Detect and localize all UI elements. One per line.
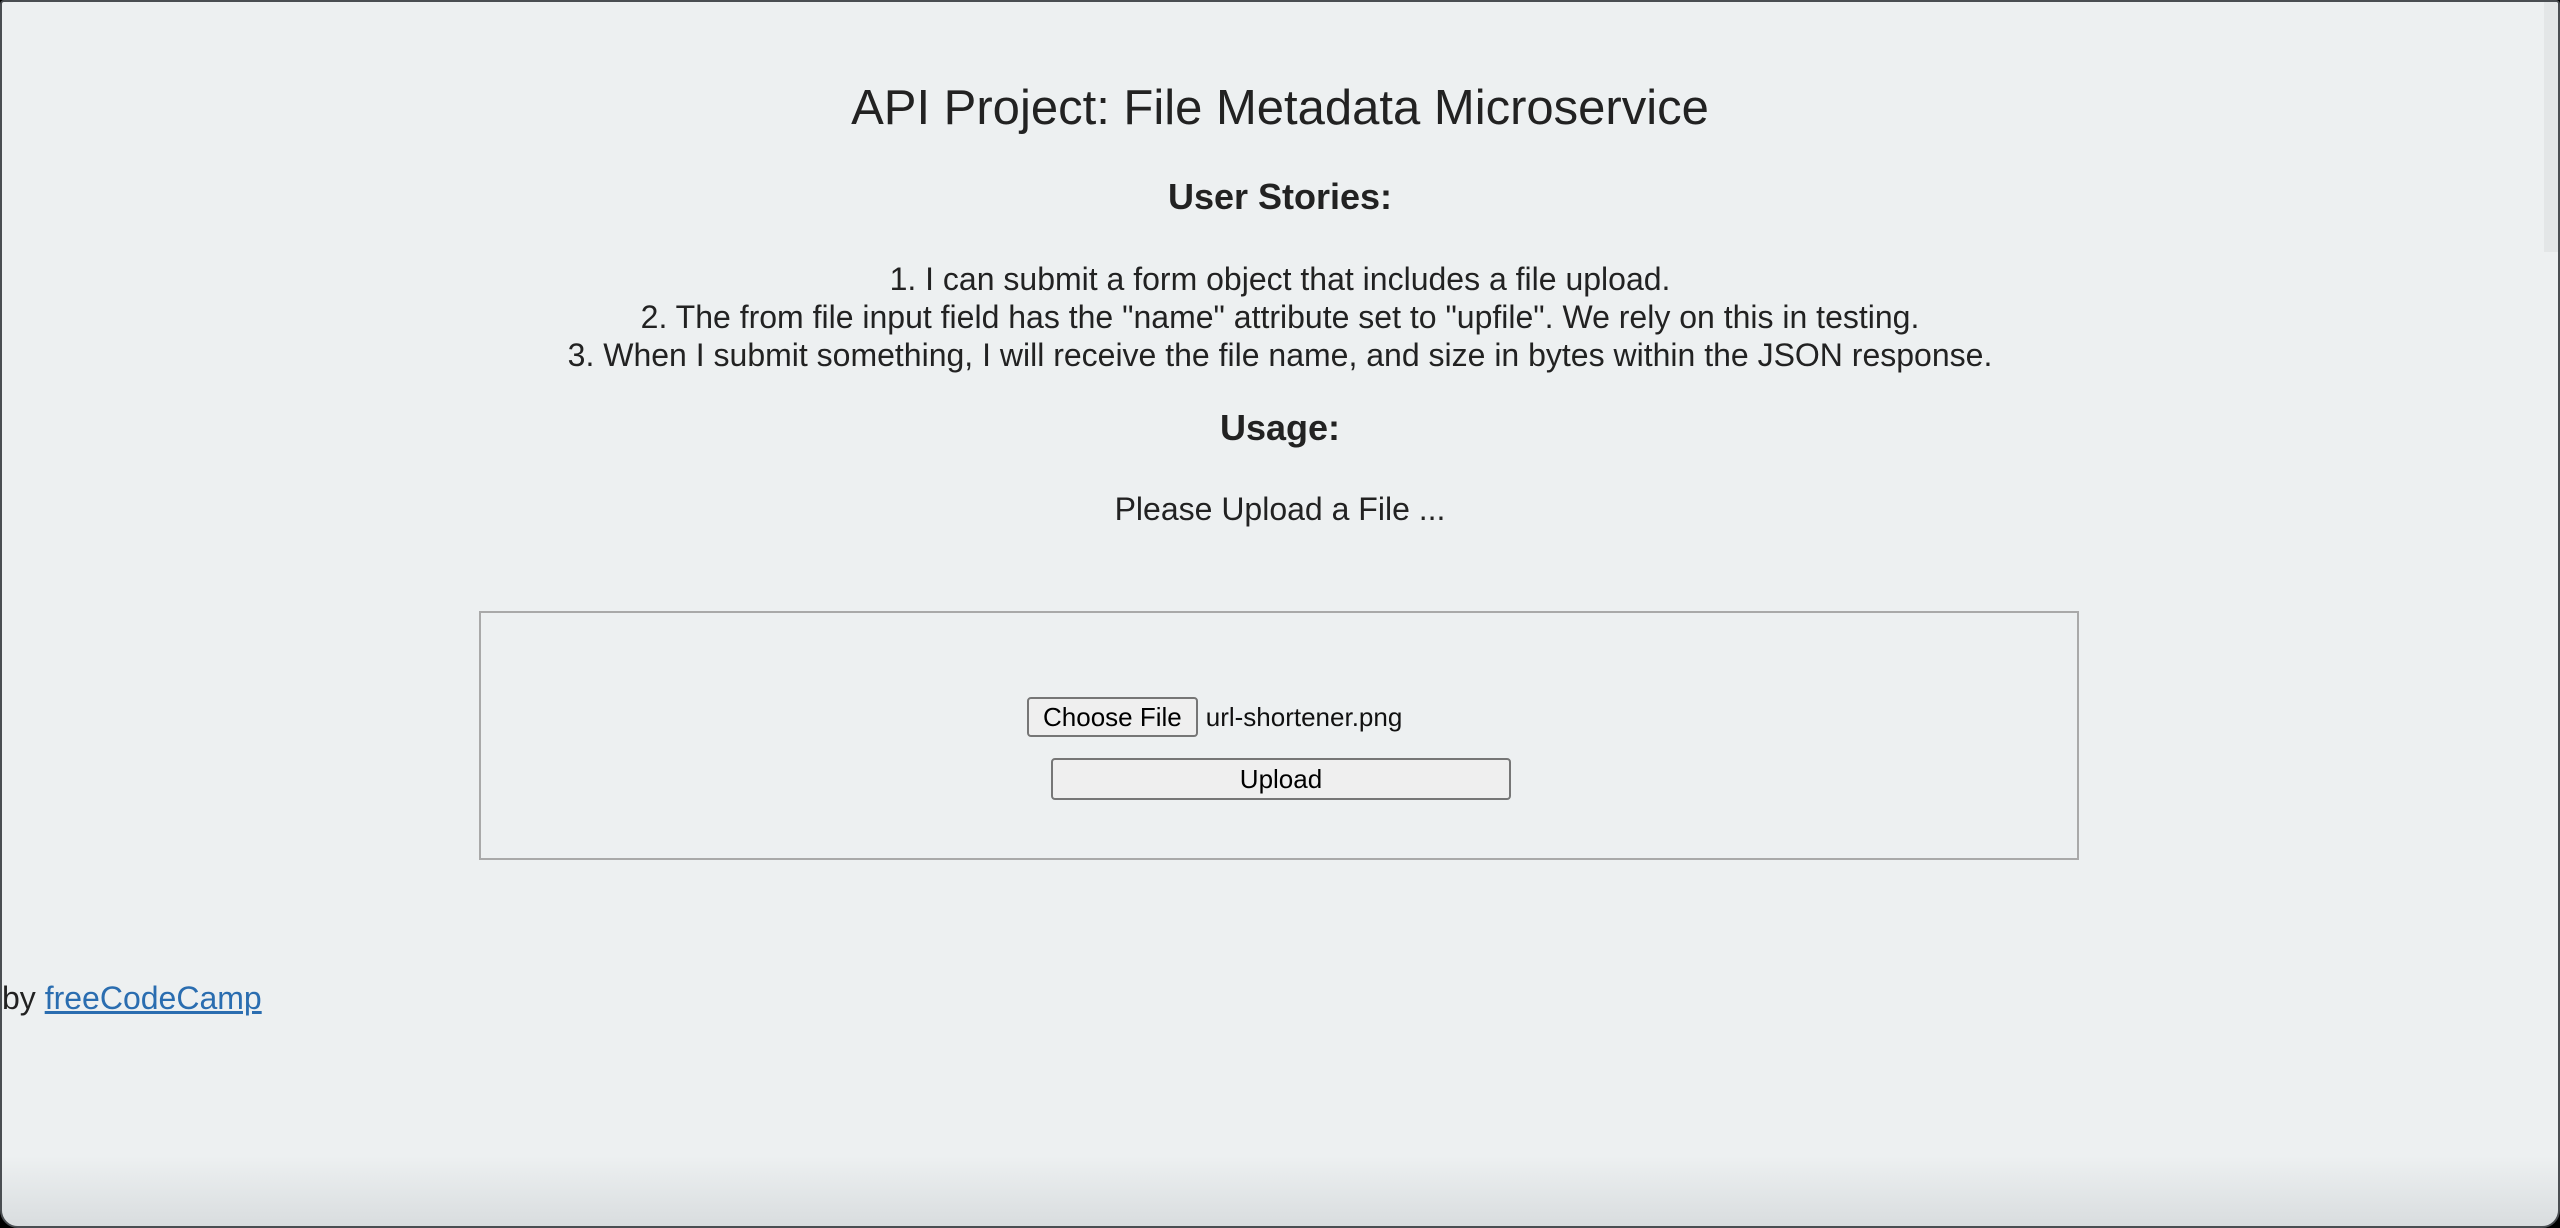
- user-stories-list: 1. I can submit a form object that inclu…: [2, 260, 2558, 374]
- upload-instruction: Please Upload a File ...: [1114, 491, 1446, 527]
- footer-credit: by freeCodeCamp: [2, 980, 2558, 1017]
- user-story-item: 3. When I submit something, I will recei…: [567, 337, 1993, 373]
- upload-button[interactable]: Upload: [1051, 758, 1511, 800]
- page-title: API Project: File Metadata Microservice: [851, 81, 1709, 135]
- upload-form: Choose File url-shortener.png Upload: [479, 611, 2079, 860]
- browser-window: API Project: File Metadata Microservice …: [0, 0, 2560, 1228]
- user-story-item: 2. The from file input field has the "na…: [640, 299, 1920, 335]
- footer-prefix: by: [2, 980, 45, 1016]
- window-bottom-shadow: [2, 1156, 2558, 1226]
- choose-file-button[interactable]: Choose File: [1027, 697, 1198, 737]
- file-input[interactable]: Choose File url-shortener.png: [1027, 697, 1402, 737]
- selected-file-name: url-shortener.png: [1205, 701, 1403, 732]
- user-story-item: 1. I can submit a form object that inclu…: [889, 261, 1671, 297]
- user-stories-heading: User Stories:: [1167, 176, 1393, 217]
- freecodecamp-link[interactable]: freeCodeCamp: [45, 980, 262, 1016]
- usage-heading: Usage:: [1219, 407, 1341, 448]
